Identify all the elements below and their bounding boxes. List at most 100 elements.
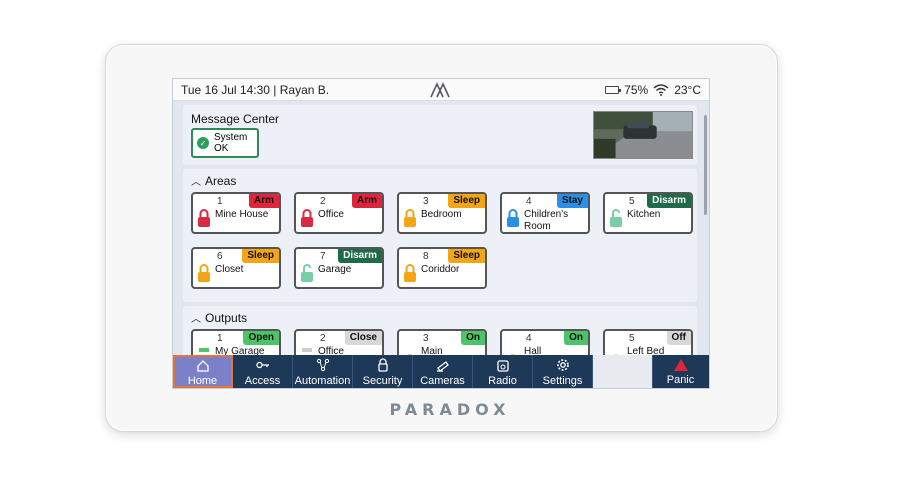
- tile-number: 4: [526, 196, 532, 207]
- nav-label: Automation: [294, 374, 351, 387]
- camera-icon: [436, 360, 449, 372]
- lock-icon: [610, 209, 622, 227]
- tile-label: Office: [318, 209, 344, 220]
- areas-title: Areas: [205, 173, 237, 188]
- status-badge: Disarm: [338, 249, 382, 263]
- paradox-logo-icon: [430, 82, 450, 98]
- status-bar: Tue 16 Jul 14:30 | Rayan B. 75% 23°C: [173, 79, 709, 101]
- areas-tile[interactable]: 4 Stay Children's Room: [500, 192, 590, 234]
- areas-tile[interactable]: 2 Arm Office: [294, 192, 384, 234]
- tile-number: 4: [526, 333, 532, 344]
- lock-icon: [377, 357, 388, 372]
- lock-icon: [198, 264, 210, 282]
- status-badge: Arm: [248, 194, 279, 208]
- outputs-header[interactable]: ︿ Outputs: [183, 306, 697, 327]
- tile-number: 7: [320, 251, 326, 262]
- tile-number: 3: [423, 333, 429, 344]
- lock-icon: [404, 264, 416, 282]
- network-icon: [316, 358, 329, 371]
- camera-thumbnail[interactable]: [593, 111, 693, 159]
- areas-grid: 1 Arm Mine House 2 Arm Office 3 Sleep Bedroom 4 St…: [183, 190, 697, 289]
- lock-icon: [198, 209, 210, 227]
- chevron-up-icon: ︿: [191, 177, 201, 188]
- tile-number: 1: [217, 333, 223, 344]
- nav-security-button[interactable]: Security: [353, 355, 413, 388]
- status-badge: Sleep: [448, 249, 485, 263]
- areas-tile[interactable]: 7 Disarm Garage: [294, 247, 384, 289]
- dashboard-content: Message Center ✓ System OK ︿ Areas 1 Arm…: [183, 105, 697, 370]
- lock-icon: [507, 209, 519, 227]
- tile-number: 2: [320, 333, 326, 344]
- status-badge: Open: [243, 331, 279, 345]
- tile-number: 5: [629, 333, 635, 344]
- tile-label: Coriddor: [421, 264, 460, 275]
- nav-settings-button[interactable]: Settings: [533, 355, 593, 388]
- status-right: 75% 23°C: [605, 83, 701, 97]
- status-badge: Arm: [351, 194, 382, 208]
- nav-label: Home: [187, 374, 218, 387]
- warning-icon: [673, 358, 688, 371]
- status-badge: Sleep: [242, 249, 279, 263]
- panic-label: Panic: [666, 373, 695, 386]
- status-badge: On: [461, 331, 485, 345]
- nav-label: Radio: [488, 374, 517, 387]
- panic-button[interactable]: Panic: [653, 355, 708, 388]
- nav-label: Access: [244, 374, 281, 387]
- areas-tile[interactable]: 3 Sleep Bedroom: [397, 192, 487, 234]
- lock-icon: [301, 209, 313, 227]
- tile-label: Garage: [318, 264, 352, 275]
- temperature-label: 23°C: [674, 82, 701, 97]
- tile-label: Kitchen: [627, 209, 661, 220]
- outputs-title: Outputs: [205, 310, 248, 325]
- status-badge: Close: [344, 331, 382, 345]
- tile-number: 6: [217, 251, 223, 262]
- nav-spacer: [593, 355, 653, 388]
- areas-panel: ︿ Areas 1 Arm Mine House 2 Arm Office 3 Sleep Be…: [183, 169, 697, 302]
- date-user-label: Tue 16 Jul 14:30 | Rayan B.: [181, 82, 330, 97]
- nav-home-button[interactable]: Home: [173, 355, 233, 388]
- status-badge: Sleep: [448, 194, 485, 208]
- nav-automation-button[interactable]: Automation: [293, 355, 353, 388]
- gear-icon: [556, 358, 569, 371]
- home-icon: [196, 359, 209, 372]
- nav-radio-button[interactable]: Radio: [473, 355, 533, 388]
- nav-label: Settings: [542, 374, 583, 387]
- tile-label: Mine House: [215, 209, 269, 220]
- tile-number: 2: [320, 196, 326, 207]
- tile-number: 5: [629, 196, 635, 207]
- battery-level: 75%: [624, 82, 649, 97]
- nav-cameras-button[interactable]: Cameras: [413, 355, 473, 388]
- areas-tile[interactable]: 8 Sleep Coriddor: [397, 247, 487, 289]
- status-badge: On: [564, 331, 588, 345]
- key-icon: [255, 361, 269, 368]
- brand-logo: PARADOX: [389, 400, 511, 419]
- tile-number: 1: [217, 196, 223, 207]
- status-badge: Disarm: [647, 194, 691, 208]
- radio-icon: [496, 359, 509, 372]
- battery-icon: [605, 85, 622, 94]
- lock-icon: [404, 209, 416, 227]
- areas-header[interactable]: ︿ Areas: [183, 169, 697, 190]
- tile-label: Bedroom: [421, 209, 462, 220]
- wifi-icon: [653, 83, 669, 96]
- status-badge: Off: [666, 331, 691, 345]
- bottom-nav: Home Access Automation Security Cameras Radio…: [173, 355, 709, 388]
- tile-label: Children's Room: [524, 209, 569, 232]
- tile-number: 3: [423, 196, 429, 207]
- touch-screen: Tue 16 Jul 14:30 | Rayan B. 75% 23°C Mes…: [172, 78, 710, 389]
- nav-label: Security: [362, 374, 403, 387]
- chevron-up-icon: ︿: [191, 314, 201, 325]
- check-icon: ✓: [197, 137, 209, 149]
- message-center-panel: Message Center ✓ System OK: [183, 105, 697, 165]
- areas-tile[interactable]: 5 Disarm Kitchen: [603, 192, 693, 234]
- scrollbar[interactable]: [704, 115, 707, 215]
- system-status-text: System OK: [214, 132, 248, 154]
- nav-label: Cameras: [420, 374, 465, 387]
- system-status-button[interactable]: ✓ System OK: [191, 128, 259, 158]
- areas-tile[interactable]: 6 Sleep Closet: [191, 247, 281, 289]
- areas-tile[interactable]: 1 Arm Mine House: [191, 192, 281, 234]
- nav-access-button[interactable]: Access: [233, 355, 293, 388]
- status-badge: Stay: [556, 194, 588, 208]
- tile-label: Closet: [215, 264, 244, 275]
- lock-icon: [301, 264, 313, 282]
